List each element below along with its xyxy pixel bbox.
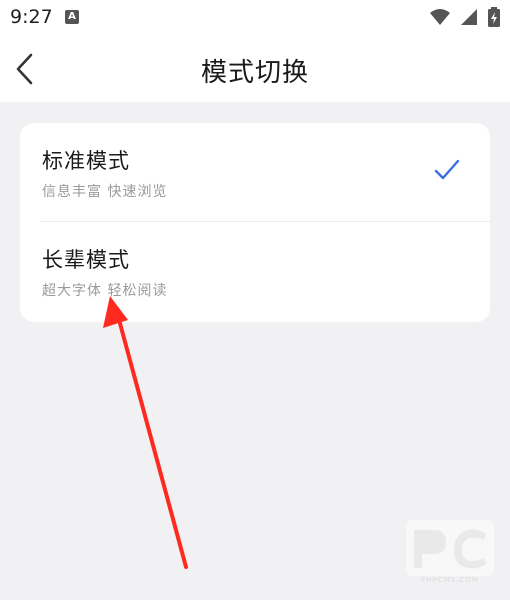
mode-options-card: 标准模式 信息丰富 快速浏览 长辈模式 超大字体 轻松阅读 — [20, 123, 490, 322]
cellular-signal-icon — [461, 9, 477, 25]
system-icons — [430, 7, 500, 27]
app-bar: 模式切换 — [0, 36, 510, 102]
mode-subtitle: 超大字体 轻松阅读 — [42, 283, 168, 299]
watermark-text: PHPCMS.COM — [421, 576, 479, 584]
mode-title: 标准模式 — [42, 149, 130, 173]
notification-icon: A — [65, 10, 79, 24]
mode-option-elder[interactable]: 长辈模式 超大字体 轻松阅读 — [20, 222, 490, 320]
status-time: 9:27 — [10, 6, 53, 28]
status-bar: 9:27 A — [0, 0, 510, 36]
mode-option-standard[interactable]: 标准模式 信息丰富 快速浏览 — [20, 123, 490, 221]
page-title: 模式切换 — [200, 58, 309, 88]
watermark-logo: PHPCMS.COM — [406, 520, 494, 584]
checkmark-icon — [434, 159, 460, 180]
wifi-icon — [430, 9, 450, 25]
mode-title: 长辈模式 — [42, 248, 130, 272]
mode-subtitle: 信息丰富 快速浏览 — [42, 184, 168, 200]
battery-icon — [488, 7, 500, 27]
